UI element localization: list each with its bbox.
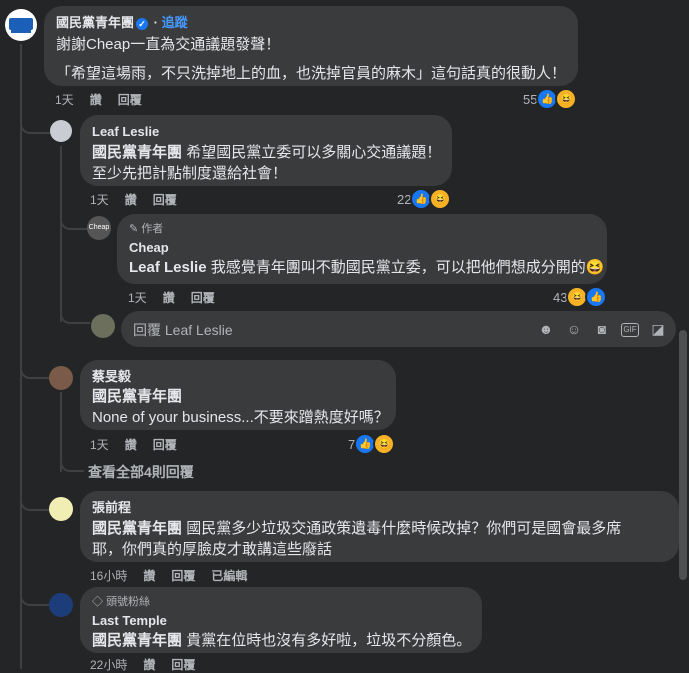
comment-author[interactable]: Cheap <box>129 239 595 256</box>
comment-bubble: 國民黨青年團 ✓ · 追蹤 謝謝Cheap一直為交通議題發聲！ 「希望這場雨，不只… <box>44 6 578 86</box>
reaction-summary[interactable]: 43 😆 👍 <box>553 286 608 308</box>
current-user-avatar[interactable] <box>91 314 115 338</box>
thread-elbow-c3 <box>60 210 88 230</box>
reply-button[interactable]: 回覆 <box>191 289 215 306</box>
comment-author[interactable]: 國民黨青年團 <box>56 15 134 30</box>
reaction-summary[interactable]: 55 👍 😆 <box>523 88 578 110</box>
reply-button[interactable]: 回覆 <box>118 91 142 108</box>
thread-elbow-viewall <box>60 452 84 472</box>
scrollbar-thumb[interactable] <box>679 330 687 580</box>
comment-actions: 22小時 讚 回覆 <box>90 656 195 673</box>
mention-link[interactable]: 國民黨青年團 <box>92 386 384 407</box>
sticker-icon[interactable]: ◪ <box>649 320 667 338</box>
avatar[interactable] <box>49 366 73 390</box>
timestamp[interactable]: 1天 <box>128 289 147 306</box>
separator: · <box>150 15 162 30</box>
thread-elbow-c5 <box>20 487 50 511</box>
comment-actions: 1天 讚 回覆 <box>128 289 215 306</box>
comment-text-line: 謝謝Cheap一直為交通議題發聲！ <box>56 36 281 53</box>
reply-button[interactable]: 回覆 <box>171 567 195 584</box>
reaction-count: 43 <box>553 289 568 305</box>
like-button[interactable]: 讚 <box>163 289 175 306</box>
comment-text-line: 耶，你們真的厚臉皮才敢講這些廢話 <box>92 541 333 558</box>
timestamp[interactable]: 22小時 <box>90 656 127 673</box>
avatar[interactable] <box>50 120 72 142</box>
comment-bubble: Leaf Leslie 國民黨青年團 希望國民黨立委可以多關心交通議題！ 至少先… <box>80 115 452 186</box>
youth-logo-subbar <box>11 30 31 33</box>
mention-link[interactable]: 國民黨青年團 <box>92 632 182 649</box>
comment-text-line: 「希望這場雨，不只洗掉地上的血，也洗掉官員的麻木」這句話真的很動人！ <box>56 65 567 82</box>
comment-author[interactable]: Leaf Leslie <box>92 123 440 140</box>
comment-text: 我感覺青年團叫不動國民黨立委，可以把他們想成分開的😆 <box>210 259 605 276</box>
follow-button[interactable]: 追蹤 <box>162 15 188 30</box>
reply-button[interactable]: 回覆 <box>153 436 177 453</box>
camera-icon[interactable]: ◙ <box>593 320 611 338</box>
author-badge: 作者 <box>141 223 164 235</box>
like-button[interactable]: 讚 <box>143 567 155 584</box>
comment-bubble: 張前程 國民黨青年團 國民黨多少垃圾交通政策遺毒什麼時候改掉？你們可是國會最多席… <box>80 491 679 562</box>
reaction-count: 55 <box>523 91 538 107</box>
like-button[interactable]: 讚 <box>125 191 137 208</box>
reply-button[interactable]: 回覆 <box>171 656 195 673</box>
thread-elbow-c2 <box>20 110 50 134</box>
verified-icon: ✓ <box>136 17 149 30</box>
like-button[interactable]: 讚 <box>90 91 102 108</box>
comment-text: 國民黨多少垃圾交通政策遺毒什麼時候改掉？你們可是國會最多席 <box>186 520 622 537</box>
comment-actions: 1天 讚 回覆 <box>55 91 142 108</box>
comment-author[interactable]: 蔡旻毅 <box>92 368 384 385</box>
mention-link[interactable]: 國民黨青年團 <box>92 520 182 537</box>
thread-elbow-c4 <box>20 355 50 379</box>
haha-icon: 😆 <box>373 433 396 455</box>
mention-link[interactable]: 國民黨青年團 <box>92 144 182 161</box>
like-button[interactable]: 讚 <box>125 436 137 453</box>
comment-actions: 1天 讚 回覆 <box>90 191 177 208</box>
comment-text: 希望國民黨立委可以多關心交通議題！ <box>186 144 442 161</box>
avatar[interactable] <box>49 497 73 521</box>
thread-line-c2 <box>60 146 62 322</box>
like-button[interactable]: 讚 <box>143 656 155 673</box>
haha-icon: 😆 <box>429 188 452 210</box>
avatar[interactable] <box>49 593 73 617</box>
reaction-summary[interactable]: 7 👍 😆 <box>348 433 396 455</box>
comment-bubble: ◇ 頭號粉絲 Last Temple 國民黨青年團 貴黨在位時也沒有多好啦，垃圾… <box>80 587 482 653</box>
diamond-icon: ◇ <box>92 596 103 608</box>
comment-text: 貴黨在位時也沒有多好啦，垃圾不分顏色。 <box>186 632 472 649</box>
thread-elbow-replybox <box>60 300 90 324</box>
view-all-replies-link[interactable]: 查看全部4則回覆 <box>88 462 194 482</box>
gif-icon[interactable]: GIF <box>621 323 639 337</box>
pencil-icon: ✎ <box>129 223 139 235</box>
avatar[interactable] <box>5 9 37 41</box>
comment-actions: 16小時 讚 回覆 已編輯 <box>90 567 247 584</box>
comment-author[interactable]: 張前程 <box>92 499 667 516</box>
comment-bubble: 蔡旻毅 國民黨青年團 None of your business...不要來蹭熱… <box>80 360 396 430</box>
timestamp[interactable]: 1天 <box>55 91 74 108</box>
thread-elbow-c6 <box>20 582 50 606</box>
reply-input[interactable]: 回覆 Leaf Leslie <box>133 320 233 340</box>
reply-input-box[interactable]: 回覆 Leaf Leslie ☻ ☺ ◙ GIF ◪ <box>121 311 676 347</box>
like-icon: 👍 <box>585 286 608 308</box>
youth-logo-icon <box>9 18 33 30</box>
avatar-text-icon: Cheap <box>88 224 110 231</box>
reaction-count: 22 <box>397 191 412 207</box>
edited-label: 已編輯 <box>211 569 248 583</box>
comment-actions: 1天 讚 回覆 <box>90 436 177 453</box>
emoji-icon[interactable]: ☺ <box>565 320 583 338</box>
comment-bubble: ✎ 作者 Cheap Leaf Leslie 我感覺青年團叫不動國民黨立委，可以… <box>117 214 607 284</box>
top-fan-badge: 頭號粉絲 <box>106 596 151 608</box>
timestamp[interactable]: 16小時 <box>90 567 127 584</box>
avatar[interactable]: Cheap <box>87 216 111 240</box>
comment-text-line: 至少先把計點制度還給社會！ <box>92 165 288 182</box>
reaction-summary[interactable]: 22 👍 😆 <box>397 188 452 210</box>
avatar-icon[interactable]: ☻ <box>537 320 555 338</box>
timestamp[interactable]: 1天 <box>90 436 109 453</box>
timestamp[interactable]: 1天 <box>90 191 109 208</box>
mention-link[interactable]: Leaf Leslie <box>129 259 207 276</box>
haha-icon: 😆 <box>555 88 578 110</box>
comment-text: None of your business...不要來蹭熱度好嗎？ <box>92 409 389 426</box>
comment-author[interactable]: Last Temple <box>92 612 470 629</box>
reply-button[interactable]: 回覆 <box>153 191 177 208</box>
